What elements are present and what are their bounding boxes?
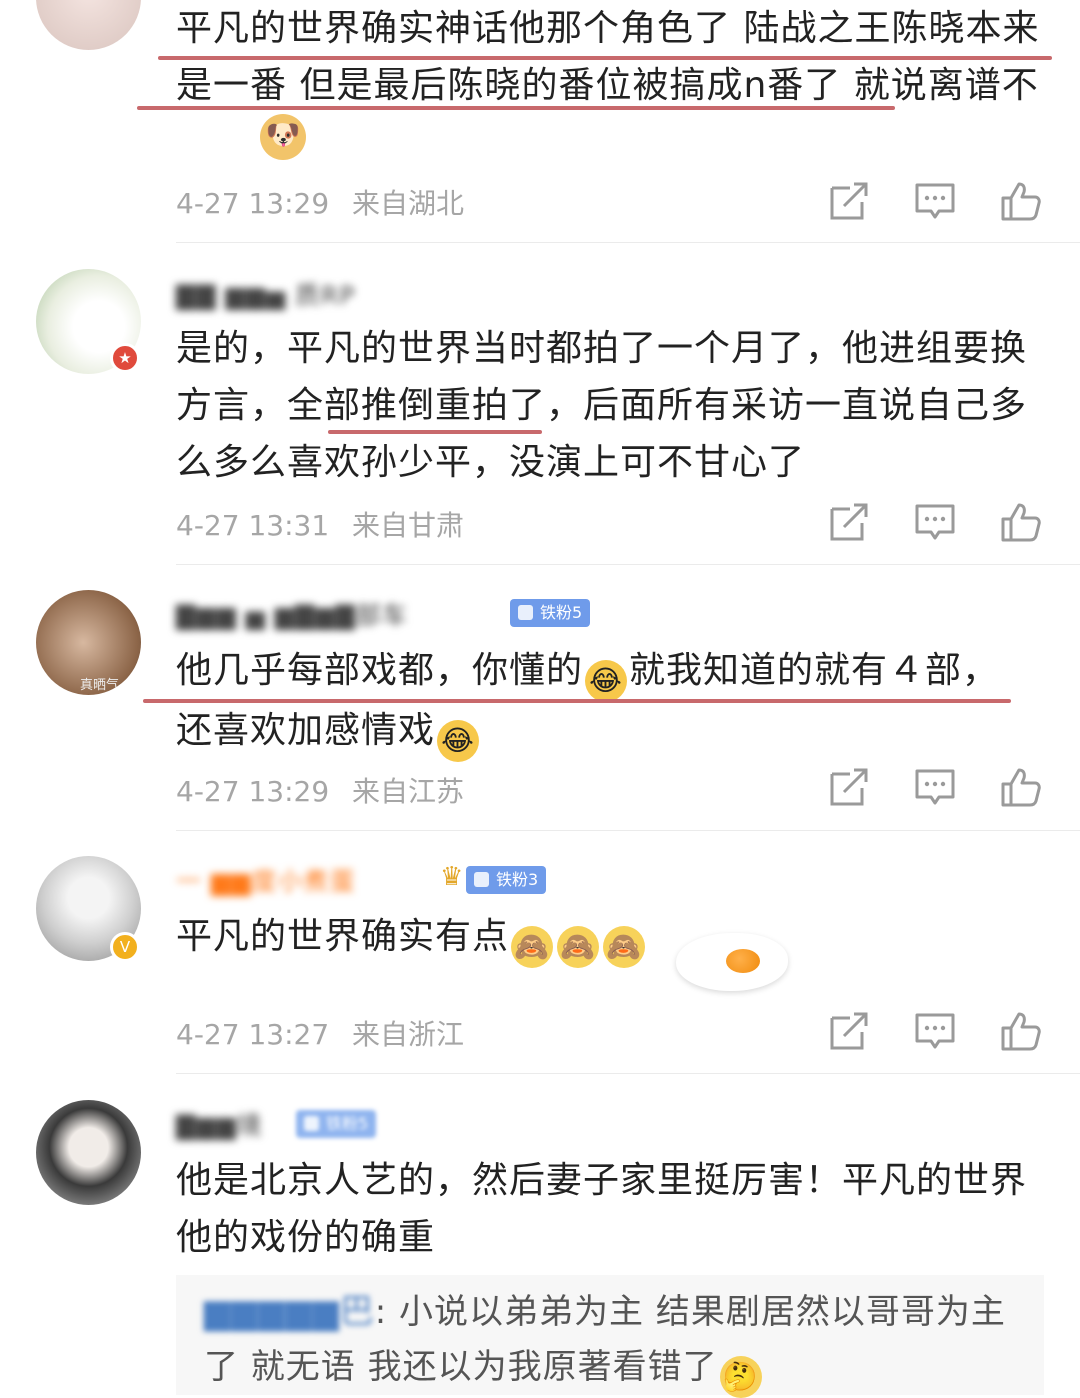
comment-text: 平凡的世界确实有点 🙈 🙈 🙈 xyxy=(176,908,1046,968)
comment-meta: 4-27 13:29 来自湖北 xyxy=(176,182,464,222)
laugh-cry-emoji-icon: 😂 xyxy=(585,660,628,702)
divider xyxy=(176,242,1080,243)
username[interactable]: ▇▇ ▆▆▅ 质RP xyxy=(176,276,355,312)
comment-time: 4-27 13:31 xyxy=(176,509,330,542)
comment-location: 来自江苏 xyxy=(352,775,465,808)
like-icon[interactable] xyxy=(1000,180,1042,222)
share-icon[interactable] xyxy=(828,1010,870,1052)
avatar[interactable]: 真晒气 xyxy=(36,590,141,695)
divider xyxy=(176,1073,1080,1074)
comment-time: 4-27 13:29 xyxy=(176,187,330,220)
share-icon[interactable] xyxy=(828,180,870,222)
avatar[interactable] xyxy=(36,0,141,50)
verified-badge-icon: ★ xyxy=(110,343,140,373)
covering-eyes-emoji-icon: 🙈 xyxy=(511,926,554,968)
fried-egg-sticker-icon xyxy=(676,933,788,991)
comment-text: 是的，平凡的世界当时都拍了一个月了，他进组要换方言，全部推倒重拍了，后面所有采访… xyxy=(176,328,1028,483)
laugh-cry-emoji-icon: 😂 xyxy=(437,720,480,762)
comment-meta: 4-27 13:31 来自甘肃 xyxy=(176,504,464,544)
fan-badge: 铁粉3 xyxy=(466,866,547,894)
share-icon[interactable] xyxy=(828,501,870,543)
divider xyxy=(176,564,1080,565)
comment-actions xyxy=(828,766,1042,808)
comment-actions xyxy=(828,501,1042,543)
comment-meta: 4-27 13:27 来自浙江 xyxy=(176,1013,464,1053)
avatar-caption: 真晒气 xyxy=(80,678,120,693)
doge-emoji-icon: 🐶 xyxy=(260,114,306,160)
crown-icon: ♛ xyxy=(440,862,464,892)
covering-eyes-emoji-icon: 🙈 xyxy=(603,926,646,968)
avatar[interactable] xyxy=(36,1100,141,1205)
divider xyxy=(176,830,1080,831)
comment-time: 4-27 13:27 xyxy=(176,1018,330,1051)
comment-location: 来自甘肃 xyxy=(352,509,465,542)
fan-badge: 铁粉5 xyxy=(296,1110,377,1138)
comment-meta: 4-27 13:29 来自江苏 xyxy=(176,770,464,810)
comment-icon[interactable] xyxy=(914,766,956,808)
highlight-underline xyxy=(328,430,542,434)
username[interactable]: ▇▆▆境 xyxy=(176,1106,263,1142)
comment-location: 来自湖北 xyxy=(352,187,465,220)
like-icon[interactable] xyxy=(1000,766,1042,808)
like-icon[interactable] xyxy=(1000,501,1042,543)
verified-badge-icon: V xyxy=(110,932,140,962)
comment-icon[interactable] xyxy=(914,1010,956,1052)
comment-location: 来自浙江 xyxy=(352,1018,465,1051)
thinking-emoji-icon: 🤔 xyxy=(719,1356,762,1398)
highlight-underline xyxy=(137,106,895,110)
reply-username[interactable]: ▆▆▆▆▆巴 xyxy=(204,1292,375,1332)
share-icon[interactable] xyxy=(828,766,870,808)
comment-text: 他是北京人艺的，然后妻子家里挺厉害！平凡的世界他的戏份的确重 xyxy=(176,1160,1028,1258)
highlight-underline xyxy=(158,56,1052,60)
comment-actions xyxy=(828,1010,1042,1052)
highlight-underline xyxy=(143,699,1011,703)
comment-actions xyxy=(828,180,1042,222)
comment-icon[interactable] xyxy=(914,501,956,543)
like-icon[interactable] xyxy=(1000,1010,1042,1052)
comment-time: 4-27 13:29 xyxy=(176,775,330,808)
comment-icon[interactable] xyxy=(914,180,956,222)
fan-badge: 铁粉5 xyxy=(510,599,591,627)
covering-eyes-emoji-icon: 🙈 xyxy=(557,926,600,968)
reply-text: ▆▆▆▆▆巴: 小说以弟弟为主 结果剧居然以哥哥为主了 就无语 我还以为我原著看… xyxy=(204,1285,1024,1398)
username[interactable]: ▇▆▆ ▅ ▆▇▆▇部车 xyxy=(176,596,408,632)
reply-preview[interactable]: ▆▆▆▆▆巴: 小说以弟弟为主 结果剧居然以哥哥为主了 就无语 我还以为我原著看… xyxy=(176,1275,1044,1398)
username[interactable]: 一 ▆▆度小煮蛋 xyxy=(176,862,355,898)
